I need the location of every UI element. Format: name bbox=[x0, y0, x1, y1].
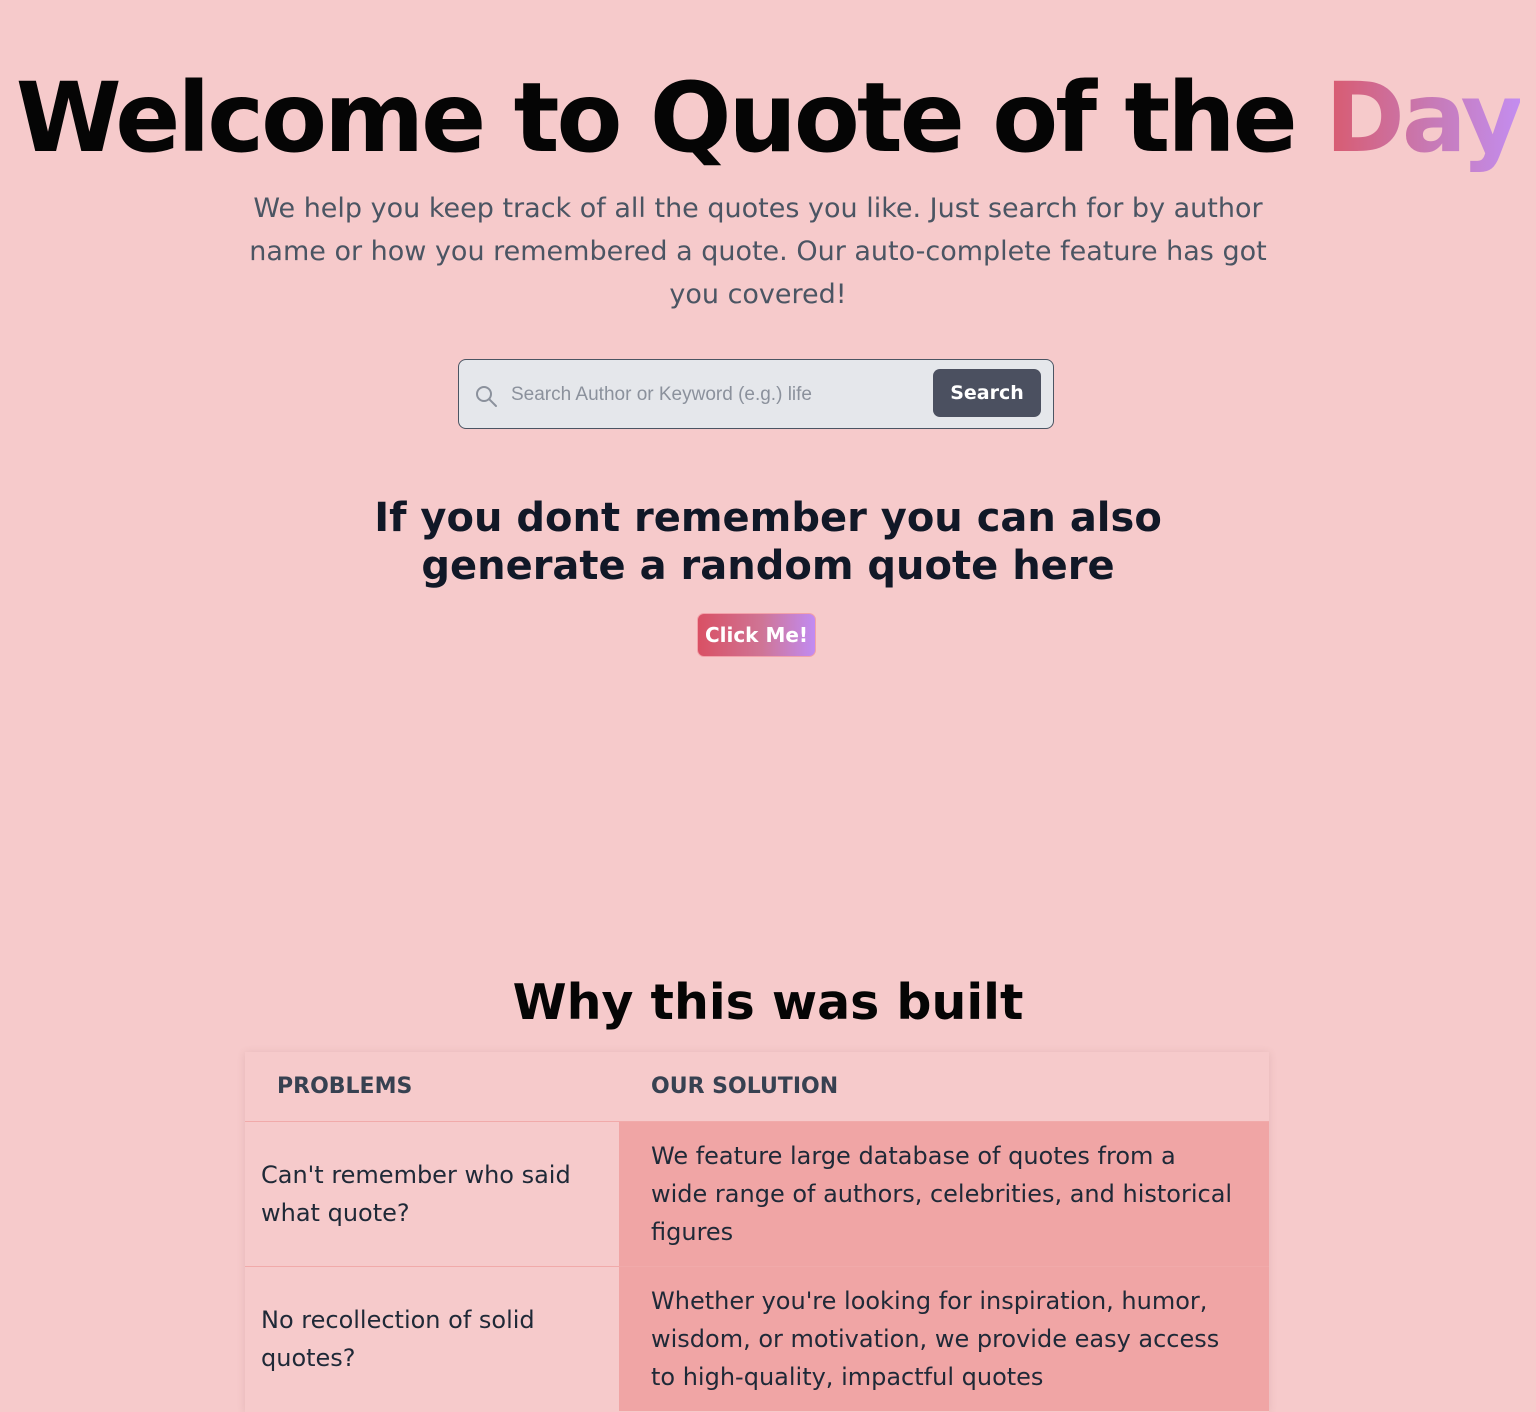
random-quote-heading: If you dont remember you can also genera… bbox=[374, 495, 1162, 589]
random-quote-button[interactable]: Click Me! bbox=[697, 613, 816, 657]
hero-title-main: Welcome to Quote of the bbox=[15, 62, 1298, 174]
hero-title-accent: Day bbox=[1325, 62, 1523, 174]
search-input[interactable] bbox=[511, 372, 921, 418]
problem-cell: No recollection of solid quotes? bbox=[245, 1266, 619, 1411]
problem-solution-table: PROBLEMS OUR SOLUTION Can't remember who… bbox=[245, 1052, 1269, 1411]
solution-column-header: OUR SOLUTION bbox=[651, 1074, 839, 1099]
solution-cell: Whether you're looking for inspiration, … bbox=[619, 1266, 1269, 1411]
search-button[interactable]: Search bbox=[933, 369, 1041, 417]
table-row: No recollection of solid quotes? Whether… bbox=[245, 1266, 1269, 1411]
hero-description: We help you keep track of all the quotes… bbox=[249, 193, 1267, 310]
solution-cell: We feature large database of quotes from… bbox=[619, 1121, 1269, 1267]
hero-title: Welcome to Quote of the Day bbox=[0, 58, 1536, 178]
problem-solution-table-card: PROBLEMS OUR SOLUTION Can't remember who… bbox=[245, 1052, 1269, 1412]
problems-column-header: PROBLEMS bbox=[277, 1074, 413, 1099]
table-row: Can't remember who said what quote? We f… bbox=[245, 1121, 1269, 1267]
search-icon bbox=[476, 386, 497, 407]
why-built-title: Why this was built bbox=[512, 974, 1024, 1031]
table-header-row: PROBLEMS OUR SOLUTION bbox=[245, 1052, 1269, 1122]
problem-cell: Can't remember who said what quote? bbox=[245, 1121, 619, 1267]
search-bar[interactable]: Search bbox=[458, 359, 1054, 429]
